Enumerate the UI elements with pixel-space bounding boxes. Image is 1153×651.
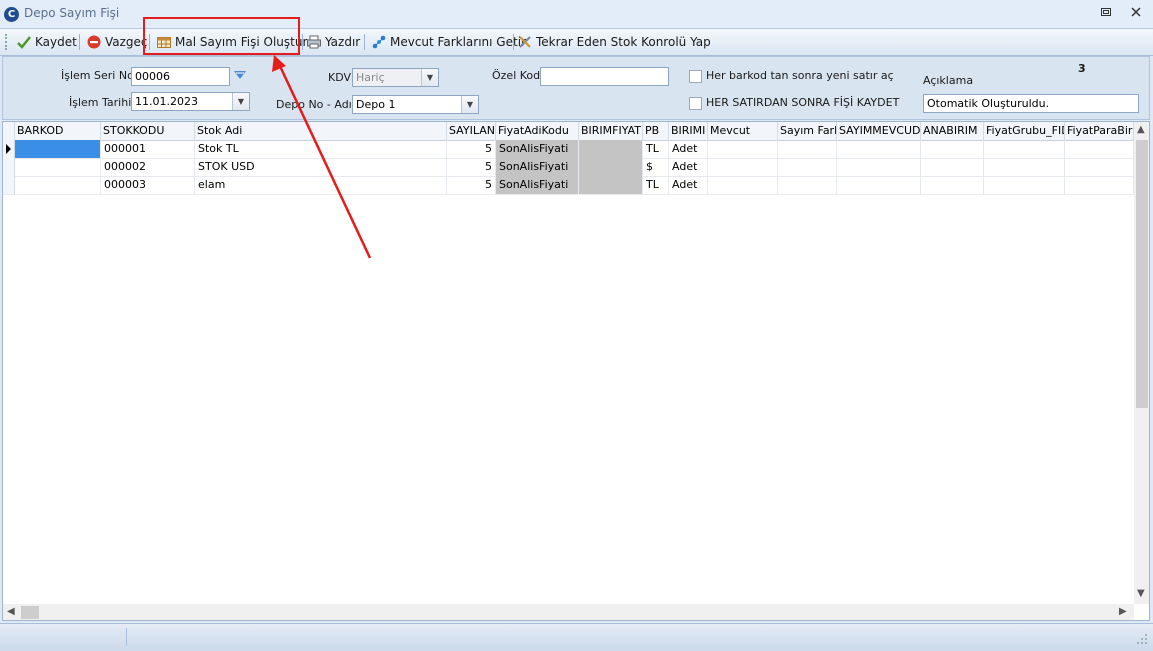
annotation-arrow-icon	[272, 55, 372, 259]
